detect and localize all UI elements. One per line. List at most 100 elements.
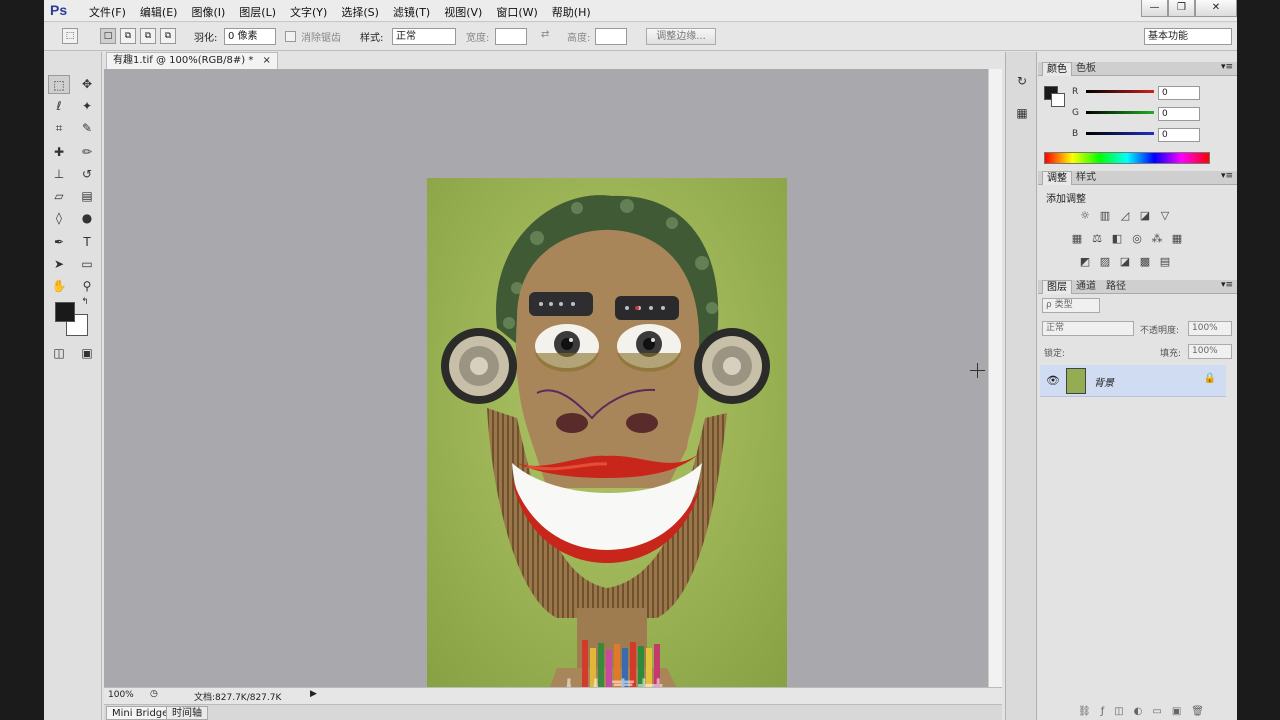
menu-edit[interactable]: 编辑(E) [133,4,185,20]
tab-timeline[interactable]: 时间轴 [166,706,208,720]
hand-tool-icon[interactable]: ✋ [48,277,70,296]
curves-icon[interactable]: ◿ [1118,210,1132,222]
menu-window[interactable]: 窗口(W) [489,4,544,20]
style-select[interactable]: 正常 [392,28,456,45]
exposure-icon[interactable]: ◪ [1138,210,1152,222]
tab-channels[interactable]: 通道 [1072,280,1100,294]
menu-help[interactable]: 帮助(H) [545,4,598,20]
fill-input[interactable]: 100% [1188,344,1232,359]
layer-lock-icon[interactable]: 🔒 [1204,373,1216,384]
canvas-area[interactable] [104,69,988,718]
swap-colors-icon[interactable]: ↰ [78,296,92,308]
blur-icon[interactable]: ◊ [48,209,70,228]
close-button[interactable]: ✕ [1195,0,1237,17]
minimize-button[interactable]: — [1141,0,1168,17]
dodge-icon[interactable]: ● [76,209,98,228]
status-info-icon[interactable]: ◷ [150,689,158,699]
zoom-tool-icon[interactable]: ⚲ [76,277,98,296]
brightness-icon[interactable]: ☼ [1078,210,1092,222]
antialias-checkbox[interactable] [285,31,296,42]
layer-name[interactable]: 背景 [1094,374,1114,389]
tab-layers[interactable]: 图层 [1042,280,1072,294]
lasso-tool-icon[interactable]: ℓ [48,97,70,116]
intersect-selection-icon[interactable]: ⧉ [160,28,176,44]
foreground-color-swatch[interactable] [55,302,75,322]
tab-color[interactable]: 颜色 [1042,62,1072,76]
type-tool-icon[interactable]: T [76,233,98,252]
width-input[interactable] [495,28,527,45]
pen-tool-icon[interactable]: ✒ [48,233,70,252]
marquee-preset-icon[interactable]: ⬚ [62,28,78,44]
vertical-scrollbar[interactable] [988,69,1002,687]
document-tab[interactable]: 有趣1.tif @ 100%(RGB/8#) * × [106,52,278,69]
threshold-icon[interactable]: ◪ [1118,256,1132,268]
shape-tool-icon[interactable]: ▭ [76,255,98,274]
history-brush-icon[interactable]: ↺ [76,165,98,184]
restore-button[interactable]: ❐ [1168,0,1195,17]
green-slider[interactable] [1086,111,1154,114]
properties-panel-icon[interactable]: ▦ [1011,104,1033,123]
feather-input[interactable]: 0 像素 [224,28,276,45]
visibility-eye-icon[interactable]: 👁 [1046,374,1060,387]
color-bg-swatch[interactable] [1051,93,1065,107]
menu-type[interactable]: 文字(Y) [283,4,334,20]
crop-tool-icon[interactable]: ⌗ [48,119,70,138]
marquee-tool-icon[interactable]: ⬚ [48,75,70,94]
tab-mini-bridge[interactable]: Mini Bridge [106,706,175,720]
panel-menu-icon[interactable]: ▾≡ [1221,171,1233,181]
brush-tool-icon[interactable]: ✏ [76,143,98,162]
menu-select[interactable]: 选择(S) [334,4,386,20]
healing-brush-icon[interactable]: ✚ [48,143,70,162]
menu-layer[interactable]: 图层(L) [232,4,283,20]
move-tool-icon[interactable]: ✥ [76,75,98,94]
gradient-map-icon[interactable]: ▤ [1158,256,1172,268]
history-panel-icon[interactable]: ↻ [1011,72,1033,91]
refine-edge-button[interactable]: 调整边缘... [646,28,716,45]
color-lookup-icon[interactable]: ▦ [1170,233,1184,245]
hue-sat-icon[interactable]: ▦ [1070,233,1084,245]
layer-filter-select[interactable]: ρ 类型 [1042,298,1100,313]
height-input[interactable] [595,28,627,45]
tab-adjustments[interactable]: 调整 [1042,171,1072,185]
screen-mode-icon[interactable]: ▣ [76,344,98,363]
photo-filter-icon[interactable]: ◎ [1130,233,1144,245]
path-select-icon[interactable]: ➤ [48,255,70,274]
channel-mixer-icon[interactable]: ⁂ [1150,233,1164,245]
add-selection-icon[interactable]: ⧉ [120,28,136,44]
close-tab-icon[interactable]: × [263,55,271,66]
quick-mask-icon[interactable]: ◫ [48,344,70,363]
eyedropper-icon[interactable]: ✎ [76,119,98,138]
invert-icon[interactable]: ◩ [1078,256,1092,268]
tab-paths[interactable]: 路径 [1102,280,1130,294]
opacity-input[interactable]: 100% [1188,321,1232,336]
panel-menu-icon[interactable]: ▾≡ [1221,280,1233,290]
swap-icon[interactable]: ⇄ [541,29,549,40]
tab-styles[interactable]: 样式 [1072,171,1100,185]
menu-file[interactable]: 文件(F) [82,4,133,20]
menu-image[interactable]: 图像(I) [184,4,232,20]
workspace-select[interactable]: 基本功能 [1144,28,1232,45]
subtract-selection-icon[interactable]: ⧉ [140,28,156,44]
gradient-icon[interactable]: ▤ [76,187,98,206]
layer-row[interactable]: 👁 背景 🔒 [1040,365,1226,397]
status-arrow-icon[interactable]: ▶ [310,689,317,699]
vibrance-icon[interactable]: ▽ [1158,210,1172,222]
color-balance-icon[interactable]: ⚖ [1090,233,1104,245]
clone-stamp-icon[interactable]: ⊥ [48,165,70,184]
new-selection-icon[interactable]: □ [100,28,116,44]
posterize-icon[interactable]: ▨ [1098,256,1112,268]
red-slider[interactable] [1086,90,1154,93]
blend-mode-select[interactable]: 正常 [1042,321,1134,336]
green-value[interactable]: 0 [1158,107,1200,121]
tab-swatches[interactable]: 色板 [1072,62,1100,76]
blue-slider[interactable] [1086,132,1154,135]
menu-filter[interactable]: 滤镜(T) [386,4,437,20]
magic-wand-icon[interactable]: ✦ [76,97,98,116]
blue-value[interactable]: 0 [1158,128,1200,142]
black-white-icon[interactable]: ◧ [1110,233,1124,245]
color-spectrum[interactable] [1044,152,1210,164]
menu-view[interactable]: 视图(V) [437,4,489,20]
selective-color-icon[interactable]: ▩ [1138,256,1152,268]
panel-menu-icon[interactable]: ▾≡ [1221,62,1233,72]
levels-icon[interactable]: ▥ [1098,210,1112,222]
